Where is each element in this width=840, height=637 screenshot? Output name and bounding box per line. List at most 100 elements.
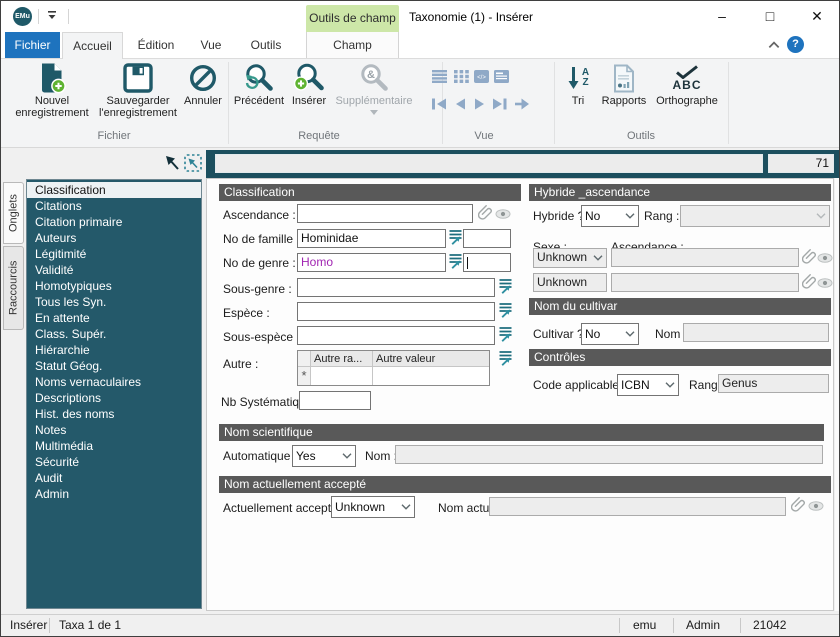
group-label-outils: Outils (626, 130, 656, 142)
autre-table-header: Autre ra... Autre valeur (298, 351, 489, 367)
lookup-list-icon[interactable] (499, 326, 512, 342)
attach-icon[interactable] (791, 497, 807, 513)
view-list-button[interactable] (432, 70, 447, 88)
sidebar-item-notes[interactable]: Notes (27, 422, 201, 438)
ascendance2-field (611, 273, 799, 292)
lookup-list-icon[interactable] (499, 350, 512, 366)
hybride-dropdown[interactable]: No (581, 205, 639, 227)
sidebar-item-auteurs[interactable]: Auteurs (27, 230, 201, 246)
sous-genre-label: Sous-genre : (223, 282, 292, 296)
attach-icon[interactable] (478, 205, 494, 221)
sidebar-item-hist-des-noms[interactable]: Hist. des noms (27, 406, 201, 422)
lookup-list-icon[interactable] (499, 278, 512, 294)
attach-icon[interactable] (802, 249, 818, 265)
view-attachment-icon[interactable] (495, 209, 511, 219)
genre-extra-field[interactable] (463, 253, 511, 272)
summary-field[interactable] (215, 154, 763, 173)
sexe1-dropdown[interactable]: Unknown (533, 248, 607, 268)
view-grid-button[interactable] (454, 70, 469, 88)
sidebar-item-tous-les-syn[interactable]: Tous les Syn. (27, 294, 201, 310)
cancel-button[interactable]: Annuler (180, 61, 226, 107)
select-mode-button[interactable] (184, 154, 202, 172)
quick-access-toolbar-dropdown[interactable] (45, 9, 63, 25)
sidebar-item-citation-primaire[interactable]: Citation primaire (27, 214, 201, 230)
sidebar-item-admin[interactable]: Admin (27, 486, 201, 502)
dropdown-caret-icon (370, 110, 378, 115)
sidebar-item-validite[interactable]: Validité (27, 262, 201, 278)
previous-query-button[interactable]: Précédent (232, 61, 286, 107)
close-button[interactable]: ✕ (802, 1, 832, 31)
tab-fichier[interactable]: Fichier (5, 32, 60, 58)
lookup-list-icon[interactable] (499, 302, 512, 318)
famille-extra-field[interactable] (463, 229, 511, 248)
actuellement-accepte-dropdown[interactable]: Unknown (331, 496, 415, 518)
nom-sci-label: Nom : (365, 449, 398, 463)
sidebar-item-homotypiques[interactable]: Homotypiques (27, 278, 201, 294)
cultivar-dropdown[interactable]: No (581, 323, 639, 345)
view-attachment-icon[interactable] (817, 278, 833, 288)
emu-logo-icon[interactable]: EMu (13, 7, 32, 26)
tab-outils[interactable]: Outils (235, 32, 297, 58)
edit-mode-button[interactable] (164, 154, 182, 172)
autre-valeur-cell[interactable] (373, 367, 489, 385)
sidebar-item-citations[interactable]: Citations (27, 198, 201, 214)
collapse-ribbon-button[interactable] (767, 37, 783, 51)
tab-edition[interactable]: Édition (125, 32, 187, 58)
ascendance-field[interactable] (297, 204, 473, 223)
minimize-button[interactable]: – (707, 1, 737, 31)
save-record-button[interactable]: Sauvegarder l'enregistrement (95, 61, 181, 119)
sidebar-item-noms-vernaculaires[interactable]: Noms vernaculaires (27, 374, 201, 390)
genre-field[interactable]: Homo (297, 253, 446, 272)
spellcheck-button[interactable]: ABC Orthographe (652, 61, 722, 107)
code-view-icon: </> (474, 70, 489, 83)
sort-button[interactable]: AZ Tri (560, 61, 596, 107)
sidebar-item-hierarchie[interactable]: Hiérarchie (27, 342, 201, 358)
attach-icon[interactable] (802, 274, 818, 290)
previous-record-button[interactable] (453, 97, 468, 116)
lookup-list-icon[interactable] (449, 229, 462, 245)
sidebar-item-multimedia[interactable]: Multimédia (27, 438, 201, 454)
new-record-button[interactable]: Nouvel enregistrement (7, 61, 97, 119)
insert-button[interactable]: Insérer (288, 61, 330, 107)
reports-button[interactable]: Rapports (597, 61, 651, 107)
lookup-list-icon[interactable] (449, 253, 462, 269)
sidebar-item-en-attente[interactable]: En attente (27, 310, 201, 326)
code-applicable-dropdown[interactable]: ICBN (617, 374, 679, 396)
supplementary-query-button[interactable]: & Supplémentaire (330, 61, 418, 115)
sous-espece-field[interactable] (297, 326, 495, 345)
sidebar-item-class-super[interactable]: Class. Supér. (27, 326, 201, 342)
first-record-button[interactable] (431, 97, 448, 116)
sous-genre-field[interactable] (297, 278, 495, 297)
maximize-button[interactable]: □ (755, 1, 785, 31)
famille-field[interactable]: Hominidae (297, 229, 446, 248)
sidebar-item-descriptions[interactable]: Descriptions (27, 390, 201, 406)
tab-vue[interactable]: Vue (187, 32, 235, 58)
automatique-dropdown[interactable]: Yes (292, 445, 356, 467)
new-row-marker: * (298, 367, 311, 385)
autre-table-new-row[interactable]: * (298, 367, 489, 385)
view-attachment-icon[interactable] (808, 501, 824, 511)
nb-systematique-field[interactable] (299, 391, 371, 410)
help-button[interactable]: ? (787, 36, 804, 53)
next-record-button[interactable] (472, 97, 487, 116)
espece-field[interactable] (297, 302, 495, 321)
sidebar-item-classification[interactable]: Classification (27, 182, 201, 198)
row-selector-header (298, 351, 311, 366)
sidebar-tab-onglets[interactable]: Onglets (3, 182, 24, 244)
tab-accueil[interactable]: Accueil (62, 32, 123, 59)
goto-record-button[interactable] (514, 97, 530, 116)
sidebar-item-statut-geog[interactable]: Statut Géog. (27, 358, 201, 374)
sidebar-item-legitimite[interactable]: Légitimité (27, 246, 201, 262)
view-code-button[interactable]: </> (474, 70, 489, 88)
sidebar-item-securite[interactable]: Sécurité (27, 454, 201, 470)
view-details-button[interactable] (494, 70, 509, 88)
contextual-tab-group-header[interactable]: Outils de champ (306, 5, 399, 32)
tab-champ[interactable]: Champ (306, 32, 399, 58)
view-attachment-icon[interactable] (817, 253, 833, 263)
autre-table[interactable]: Autre ra... Autre valeur * (297, 350, 490, 386)
last-record-button[interactable] (491, 97, 508, 116)
col-autre-rang: Autre ra... (311, 351, 373, 366)
sidebar-tab-raccourcis[interactable]: Raccourcis (3, 246, 24, 330)
sidebar-item-audit[interactable]: Audit (27, 470, 201, 486)
autre-rang-cell[interactable] (311, 367, 373, 385)
